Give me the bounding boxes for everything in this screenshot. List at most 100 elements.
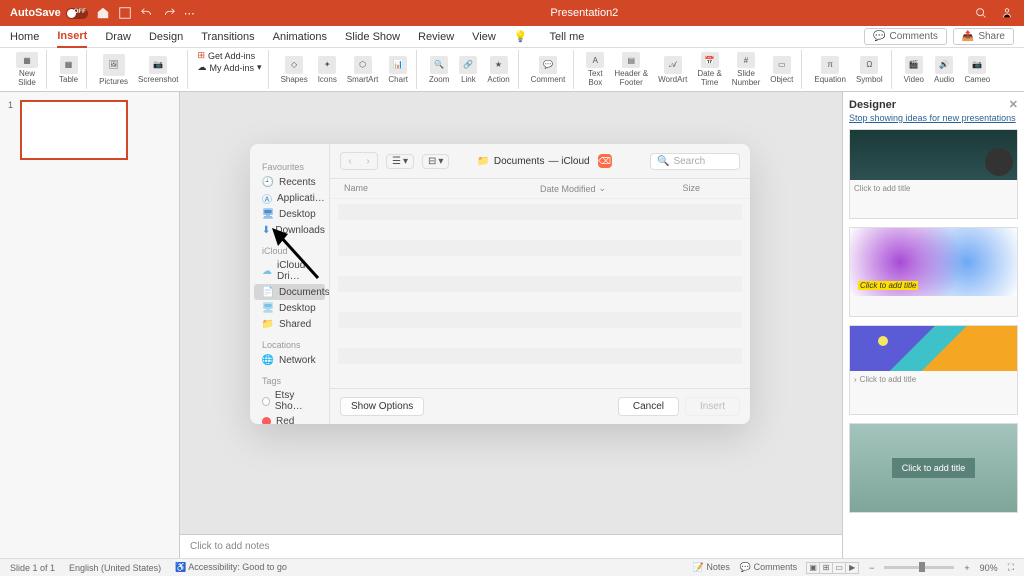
share-icon-tb[interactable] — [1000, 6, 1014, 20]
cameo-button[interactable]: 📷Cameo — [962, 50, 992, 89]
action-button[interactable]: ★Action — [485, 50, 511, 89]
close-icon[interactable]: ✕ — [1009, 98, 1018, 111]
zoom-button[interactable]: 🔍Zoom — [427, 50, 451, 89]
tab-home[interactable]: Home — [10, 31, 39, 43]
redo-icon[interactable] — [162, 6, 176, 20]
sidebar-item-desktop[interactable]: 🖥Desktop — [254, 206, 325, 222]
sidebar-item-iclouddrive[interactable]: ☁iCloud Dri… — [254, 258, 325, 284]
zoom-slider[interactable] — [884, 566, 954, 569]
table-row[interactable] — [338, 294, 742, 310]
notes-pane[interactable]: Click to add notes — [180, 534, 842, 558]
breadcrumb[interactable]: 📁 Documents — iCloud ⌫ — [477, 154, 611, 168]
table-row[interactable] — [338, 348, 742, 364]
sidebar-item-documents[interactable]: 📄Documents — [254, 284, 325, 300]
nav-back-forward[interactable]: ‹› — [340, 152, 378, 170]
slide-thumbnail[interactable] — [20, 100, 128, 160]
col-date[interactable]: Date Modified⌄ — [540, 183, 683, 194]
cancel-button[interactable]: Cancel — [618, 397, 679, 416]
slidenum-button[interactable]: #Slide Number — [730, 50, 762, 89]
sidebar-item-desktop-icloud[interactable]: 🖥Desktop — [254, 300, 325, 316]
sidebar-item-applications[interactable]: ⒶApplicati… — [254, 190, 325, 206]
tab-review[interactable]: Review — [418, 31, 454, 43]
autosave-toggle[interactable]: AutoSave — [10, 7, 88, 19]
sidebar-tag-etsy[interactable]: Etsy Sho… — [254, 388, 325, 414]
design-idea-2[interactable]: Click to add title — [849, 227, 1018, 317]
more-icon[interactable]: ⋯ — [184, 7, 195, 20]
comment-button[interactable]: 💬Comment — [529, 50, 568, 89]
tab-animations[interactable]: Animations — [273, 31, 327, 43]
insert-button[interactable]: Insert — [685, 397, 740, 416]
newslide-button[interactable]: ▦New Slide — [14, 50, 40, 89]
view-group-dropdown[interactable]: ⊟▾ — [422, 154, 449, 169]
tellme[interactable]: Tell me — [550, 31, 585, 43]
link-button[interactable]: 🔗Link — [457, 50, 479, 89]
equation-button[interactable]: πEquation — [812, 50, 848, 89]
table-row[interactable] — [338, 258, 742, 274]
sidebar-tag-red[interactable]: Red — [254, 414, 325, 424]
zoom-out-icon[interactable]: − — [869, 563, 874, 573]
video-button[interactable]: 🎬Video — [902, 50, 926, 89]
tab-transitions[interactable]: Transitions — [201, 31, 254, 43]
tab-slideshow[interactable]: Slide Show — [345, 31, 400, 43]
shapes-button[interactable]: ◇Shapes — [279, 50, 310, 89]
col-size[interactable]: Size — [683, 183, 736, 194]
symbol-button[interactable]: ΩSymbol — [854, 50, 885, 89]
comments-button[interactable]: 💬Comments — [864, 28, 947, 45]
save-icon[interactable] — [118, 6, 132, 20]
icons-button[interactable]: ✦Icons — [316, 50, 339, 89]
sidebar-item-downloads[interactable]: ⬇Downloads — [254, 222, 325, 238]
headerfooter-button[interactable]: ▤Header & Footer — [612, 50, 650, 89]
datetime-button[interactable]: 📅Date & Time — [695, 50, 723, 89]
table-row[interactable] — [338, 240, 742, 256]
search-icon[interactable] — [974, 6, 988, 20]
wordart-button[interactable]: 𝒜WordArt — [656, 50, 689, 89]
clock-icon: 🕘 — [262, 176, 274, 188]
sidebar-item-network[interactable]: 🌐Network — [254, 352, 325, 368]
design-idea-4[interactable]: Click to add title — [849, 423, 1018, 513]
chart-button[interactable]: 📊Chart — [386, 50, 410, 89]
status-accessibility[interactable]: ♿ Accessibility: Good to go — [175, 562, 287, 573]
smartart-button[interactable]: ⬡SmartArt — [345, 50, 381, 89]
tab-view[interactable]: View — [472, 31, 496, 43]
home-icon[interactable] — [96, 6, 110, 20]
search-input[interactable]: 🔍Search — [650, 153, 740, 170]
table-row[interactable] — [338, 276, 742, 292]
sidebar-item-recents[interactable]: 🕘Recents — [254, 174, 325, 190]
desktop-icon: 🖥 — [262, 208, 274, 220]
zoom-in-icon[interactable]: + — [964, 563, 969, 573]
table-row[interactable] — [338, 222, 742, 238]
myaddins-button[interactable]: ☁My Add-ins▾ — [198, 62, 262, 73]
audio-button[interactable]: 🔊Audio — [932, 50, 956, 89]
object-button[interactable]: ▭Object — [768, 50, 795, 89]
fit-icon[interactable]: ⛶ — [1008, 562, 1014, 573]
tab-design[interactable]: Design — [149, 31, 183, 43]
screenshot-button[interactable]: 📷Screenshot — [136, 50, 180, 89]
view-list-dropdown[interactable]: ☰▾ — [386, 154, 414, 169]
sidebar-item-shared[interactable]: 📁Shared — [254, 316, 325, 332]
table-row[interactable] — [338, 312, 742, 328]
table-button[interactable]: ▦Table — [57, 50, 80, 89]
breadcrumb-delete-icon[interactable]: ⌫ — [598, 154, 612, 168]
share-button[interactable]: 📤Share — [953, 28, 1014, 45]
shapes-icon: ◇ — [285, 56, 303, 74]
col-name[interactable]: Name — [344, 183, 540, 194]
textbox-button[interactable]: AText Box — [584, 50, 606, 89]
status-comments[interactable]: 💬 Comments — [740, 562, 797, 573]
table-row[interactable] — [338, 204, 742, 220]
tab-draw[interactable]: Draw — [105, 31, 131, 43]
table-row[interactable] — [338, 330, 742, 346]
designer-stop-link[interactable]: Stop showing ideas for new presentations — [849, 113, 1018, 123]
status-lang[interactable]: English (United States) — [69, 563, 161, 573]
finder-sidebar: Favourites 🕘Recents ⒶApplicati… 🖥Desktop… — [250, 144, 330, 424]
status-notes[interactable]: 📝 Notes — [693, 562, 730, 573]
table-row[interactable] — [338, 366, 742, 382]
tab-insert[interactable]: Insert — [57, 30, 87, 48]
show-options-button[interactable]: Show Options — [340, 397, 424, 416]
zoom-level[interactable]: 90% — [980, 563, 998, 573]
undo-icon[interactable] — [140, 6, 154, 20]
design-idea-1[interactable]: Click to add title — [849, 129, 1018, 219]
getaddins-button[interactable]: ⊞Get Add-ins — [198, 50, 262, 61]
view-buttons[interactable]: ▣⊞▭▶ — [807, 562, 859, 574]
design-idea-3[interactable]: ›Click to add title — [849, 325, 1018, 415]
pictures-button[interactable]: 🖼Pictures — [97, 50, 130, 89]
